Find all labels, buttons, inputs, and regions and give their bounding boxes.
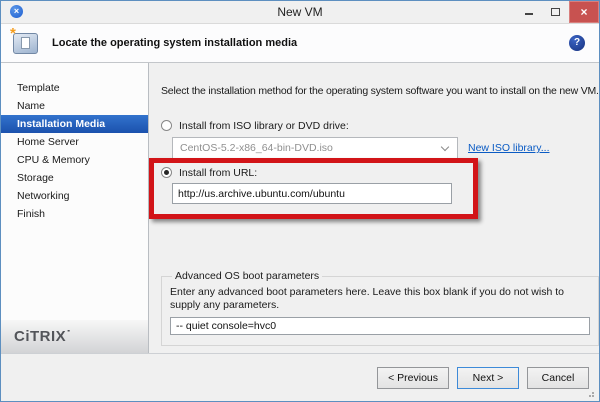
iso-select-row: CentOS-5.2-x86_64-bin-DVD.iso New ISO li… [172, 137, 599, 159]
wizard-footer: < Previous Next > Cancel [1, 353, 599, 401]
install-from-url-radio[interactable] [161, 167, 172, 178]
iso-combobox[interactable]: CentOS-5.2-x86_64-bin-DVD.iso [172, 137, 458, 159]
sidebar-item-name[interactable]: Name [1, 97, 148, 115]
sidebar-item-home-server[interactable]: Home Server [1, 133, 148, 151]
panel-instruction: Select the installation method for the o… [161, 85, 599, 97]
next-button[interactable]: Next > [457, 367, 519, 389]
url-input[interactable] [172, 183, 452, 204]
title-bar: × New VM × [1, 1, 599, 23]
vm-doc-glyph [21, 37, 30, 49]
help-button[interactable]: ? [569, 35, 585, 51]
maximize-button[interactable] [542, 1, 569, 23]
new-vm-wizard-window: × New VM × * Locate the operating system… [0, 0, 600, 402]
chevron-down-icon [441, 142, 449, 150]
boot-params-input[interactable] [170, 317, 590, 335]
citrix-logo: CiTRIX˙ [1, 320, 148, 353]
sidebar-item-installation-media[interactable]: Installation Media [1, 115, 148, 133]
new-star-icon: * [10, 29, 16, 39]
previous-button[interactable]: < Previous [377, 367, 449, 389]
install-from-iso-option: Install from ISO library or DVD drive: [161, 119, 599, 132]
boot-params-description: Enter any advanced boot parameters here.… [170, 286, 590, 312]
new-vm-icon: * [13, 33, 38, 54]
maximize-icon [551, 8, 560, 16]
installation-media-panel: Select the installation method for the o… [149, 63, 600, 353]
boot-params-legend: Advanced OS boot parameters [172, 270, 322, 282]
install-from-iso-label[interactable]: Install from ISO library or DVD drive: [179, 120, 349, 132]
cancel-button[interactable]: Cancel [527, 367, 589, 389]
resize-grip[interactable] [586, 389, 594, 397]
sidebar-item-template[interactable]: Template [1, 79, 148, 97]
install-from-url-option: Install from URL: [161, 166, 599, 179]
window-title: New VM [1, 5, 599, 19]
window-controls: × [515, 1, 599, 23]
install-from-iso-radio[interactable] [161, 120, 172, 131]
steps-list: Template Name Installation Media Home Se… [1, 63, 148, 320]
boot-params-groupbox: Advanced OS boot parameters Enter any ad… [161, 270, 599, 346]
new-iso-library-link[interactable]: New ISO library... [468, 142, 550, 154]
iso-combobox-value: CentOS-5.2-x86_64-bin-DVD.iso [180, 142, 333, 154]
minimize-button[interactable] [515, 1, 542, 23]
close-button[interactable]: × [569, 1, 599, 23]
sidebar-item-storage[interactable]: Storage [1, 169, 148, 187]
sidebar-item-cpu-memory[interactable]: CPU & Memory [1, 151, 148, 169]
wizard-steps-sidebar: Template Name Installation Media Home Se… [1, 63, 149, 353]
close-icon: × [580, 6, 587, 18]
install-from-url-label[interactable]: Install from URL: [179, 167, 257, 179]
sidebar-item-networking[interactable]: Networking [1, 187, 148, 205]
sidebar-item-finish[interactable]: Finish [1, 205, 148, 223]
minimize-icon [525, 13, 533, 15]
page-title: Locate the operating system installation… [52, 37, 297, 49]
wizard-body: Template Name Installation Media Home Se… [1, 63, 599, 353]
wizard-header: * Locate the operating system installati… [1, 23, 599, 63]
